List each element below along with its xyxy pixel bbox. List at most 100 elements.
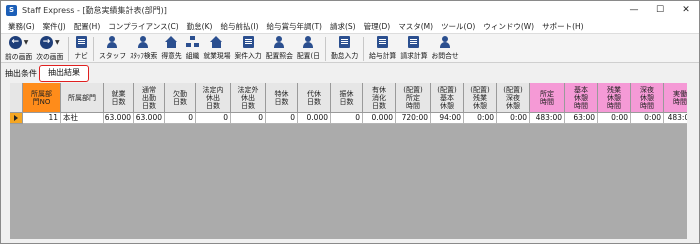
arrow-right-icon: → — [39, 36, 53, 49]
worksite-button[interactable]: 就業現場 — [201, 34, 232, 63]
column-header[interactable]: (配置) 基本 休憩 — [431, 83, 464, 113]
column-header-label: 通常 出勤 日数 — [142, 85, 156, 110]
next-screen-label: 次の画面 — [36, 53, 64, 61]
column-header[interactable]: 所定 時間 — [530, 83, 565, 113]
column-header[interactable]: (配置) 残業 休憩 — [464, 83, 497, 113]
organization-button[interactable]: 組織 — [184, 34, 202, 63]
menu-support[interactable]: サポート(H) — [538, 21, 588, 32]
window-title: Staff Express - [勤怠実績集計表(部門)] — [22, 5, 167, 15]
menu-gyomu[interactable]: 業務(G) — [4, 21, 39, 32]
table-cell[interactable]: 0:00 — [631, 113, 664, 124]
menu-kyuyo-maebarai[interactable]: 給与前払(I) — [216, 21, 262, 32]
column-header[interactable]: (配置) 所定 時間 — [396, 83, 431, 113]
column-header[interactable]: 残業 休憩 時間 — [598, 83, 631, 113]
table-cell[interactable]: 11 — [23, 113, 61, 124]
org-chart-icon — [186, 36, 199, 48]
table-cell[interactable]: 0 — [196, 113, 231, 124]
table-cell[interactable]: 483:00 — [664, 113, 687, 124]
table-cell[interactable]: 63.000 — [134, 113, 165, 124]
column-header[interactable]: 実働 時間 — [664, 83, 687, 113]
contact-button[interactable]: お問合せ — [430, 34, 461, 63]
menu-anken[interactable]: 案件(J) — [39, 21, 70, 32]
payroll-calc-button[interactable]: 給与計算 — [367, 34, 398, 63]
row-selector[interactable] — [10, 113, 23, 124]
table-cell[interactable]: 0:00 — [497, 113, 530, 124]
table-cell[interactable]: 720:00 — [396, 113, 431, 124]
results-grid[interactable]: 所属部 門NO 11 所属部門 本社 就業 日数 63.000 通常 出勤 日数 63.000… — [10, 83, 687, 239]
column-header-label: 深夜 休憩 時間 — [640, 85, 654, 110]
column-header[interactable]: 法定外 休出 日数 — [231, 83, 266, 113]
attendance-icon — [339, 36, 351, 48]
placement-day-label: 配置(日 — [296, 52, 320, 60]
attendance-input-button[interactable]: 勤怠入力 — [329, 34, 360, 63]
chevron-down-icon: ▼ — [54, 39, 60, 46]
table-cell[interactable]: 0:00 — [598, 113, 631, 124]
menu-compliance[interactable]: コンプライアンス(C) — [104, 21, 182, 32]
menu-tools[interactable]: ツール(O) — [437, 21, 479, 32]
case-input-button[interactable]: 案件入力 — [233, 34, 264, 63]
placement-search-button[interactable]: 配置照会 — [264, 34, 295, 63]
column-header-label: (配置) 残業 休憩 — [470, 85, 490, 110]
column-header-label: 振休 日数 — [339, 89, 354, 106]
column-header-label: 代休 日数 — [307, 89, 321, 106]
tab-extract-conditions[interactable]: 抽出条件 — [5, 68, 37, 79]
staff-button[interactable]: スタッフ — [97, 34, 128, 63]
table-cell[interactable]: 63.000 — [104, 113, 134, 124]
column-header[interactable]: 基本 休憩 時間 — [565, 83, 598, 113]
table-cell[interactable]: 0.000 — [298, 113, 331, 124]
column-header[interactable]: 所属部門 — [61, 83, 104, 113]
table-cell[interactable]: 94:00 — [431, 113, 464, 124]
minimize-button[interactable]: — — [621, 1, 647, 19]
table-cell[interactable]: 本社 — [61, 113, 104, 124]
title-bar: S Staff Express - [勤怠実績集計表(部門)] — ☐ ✕ — [1, 1, 699, 19]
column-header[interactable]: 深夜 休憩 時間 — [631, 83, 664, 113]
column-header[interactable]: 代休 日数 — [298, 83, 331, 113]
close-button[interactable]: ✕ — [673, 1, 699, 19]
navi-label: ナビ — [74, 52, 88, 60]
next-screen-button[interactable]: → ▼ 次の画面 — [34, 34, 65, 63]
column-header[interactable]: (配置) 深夜 休憩 — [497, 83, 530, 113]
table-cell[interactable]: 0 — [231, 113, 266, 124]
current-row-icon — [14, 115, 18, 121]
staff-search-button[interactable]: ｽﾀｯﾌ検索 — [128, 34, 159, 63]
column-header[interactable]: 通常 出勤 日数 — [134, 83, 165, 113]
table-cell[interactable]: 0 — [266, 113, 298, 124]
column-header-label: 残業 休憩 時間 — [607, 85, 621, 110]
client-button[interactable]: 得意先 — [159, 34, 183, 63]
column-header[interactable]: 就業 日数 — [104, 83, 134, 113]
menu-kyuyo-shoyo[interactable]: 給与賞与年調(T) — [263, 21, 326, 32]
menu-kintai[interactable]: 勤怠(K) — [183, 21, 217, 32]
toolbar-divider — [363, 37, 365, 61]
billing-calc-button[interactable]: 請求計算 — [398, 34, 429, 63]
attendance-input-label: 勤怠入力 — [330, 52, 359, 60]
billing-calc-label: 請求計算 — [400, 52, 428, 60]
menu-bar: 業務(G) 案件(J) 配置(H) コンプライアンス(C) 勤怠(K) 給与前払… — [1, 19, 699, 33]
prev-screen-button[interactable]: ← ▼ 前の画面 — [3, 34, 34, 63]
menu-kanri[interactable]: 管理(D) — [360, 21, 395, 32]
table-cell[interactable]: 483:00 — [530, 113, 565, 124]
table-cell[interactable]: 63:00 — [565, 113, 598, 124]
column-header[interactable]: 所属部 門NO — [23, 83, 61, 113]
placement-day-button[interactable]: 配置(日 — [295, 34, 322, 63]
column-header[interactable]: 有休 消化 日数 — [363, 83, 396, 113]
worksite-icon — [210, 36, 223, 48]
menu-window[interactable]: ウィンドウ(W) — [479, 21, 538, 32]
table-cell[interactable]: 0 — [165, 113, 196, 124]
chevron-down-icon: ▼ — [23, 39, 29, 46]
toolbar-divider — [68, 37, 70, 61]
column-header[interactable]: 法定内 休出 日数 — [196, 83, 231, 113]
column-header[interactable]: 特休 日数 — [266, 83, 298, 113]
column-header[interactable]: 欠勤 日数 — [165, 83, 196, 113]
navi-button[interactable]: ナビ — [72, 34, 90, 63]
table-cell[interactable]: 0 — [331, 113, 363, 124]
tab-extract-results[interactable]: 抽出結果 — [39, 65, 89, 82]
menu-haichi[interactable]: 配置(H) — [70, 21, 105, 32]
table-cell[interactable]: 0.000 — [363, 113, 396, 124]
column-header[interactable]: 振休 日数 — [331, 83, 363, 113]
placement-day-icon — [302, 36, 315, 48]
menu-master[interactable]: マスタ(M) — [394, 21, 437, 32]
navi-icon — [75, 36, 87, 48]
menu-seikyu[interactable]: 請求(S) — [326, 21, 360, 32]
maximize-button[interactable]: ☐ — [647, 1, 673, 19]
table-cell[interactable]: 0:00 — [464, 113, 497, 124]
